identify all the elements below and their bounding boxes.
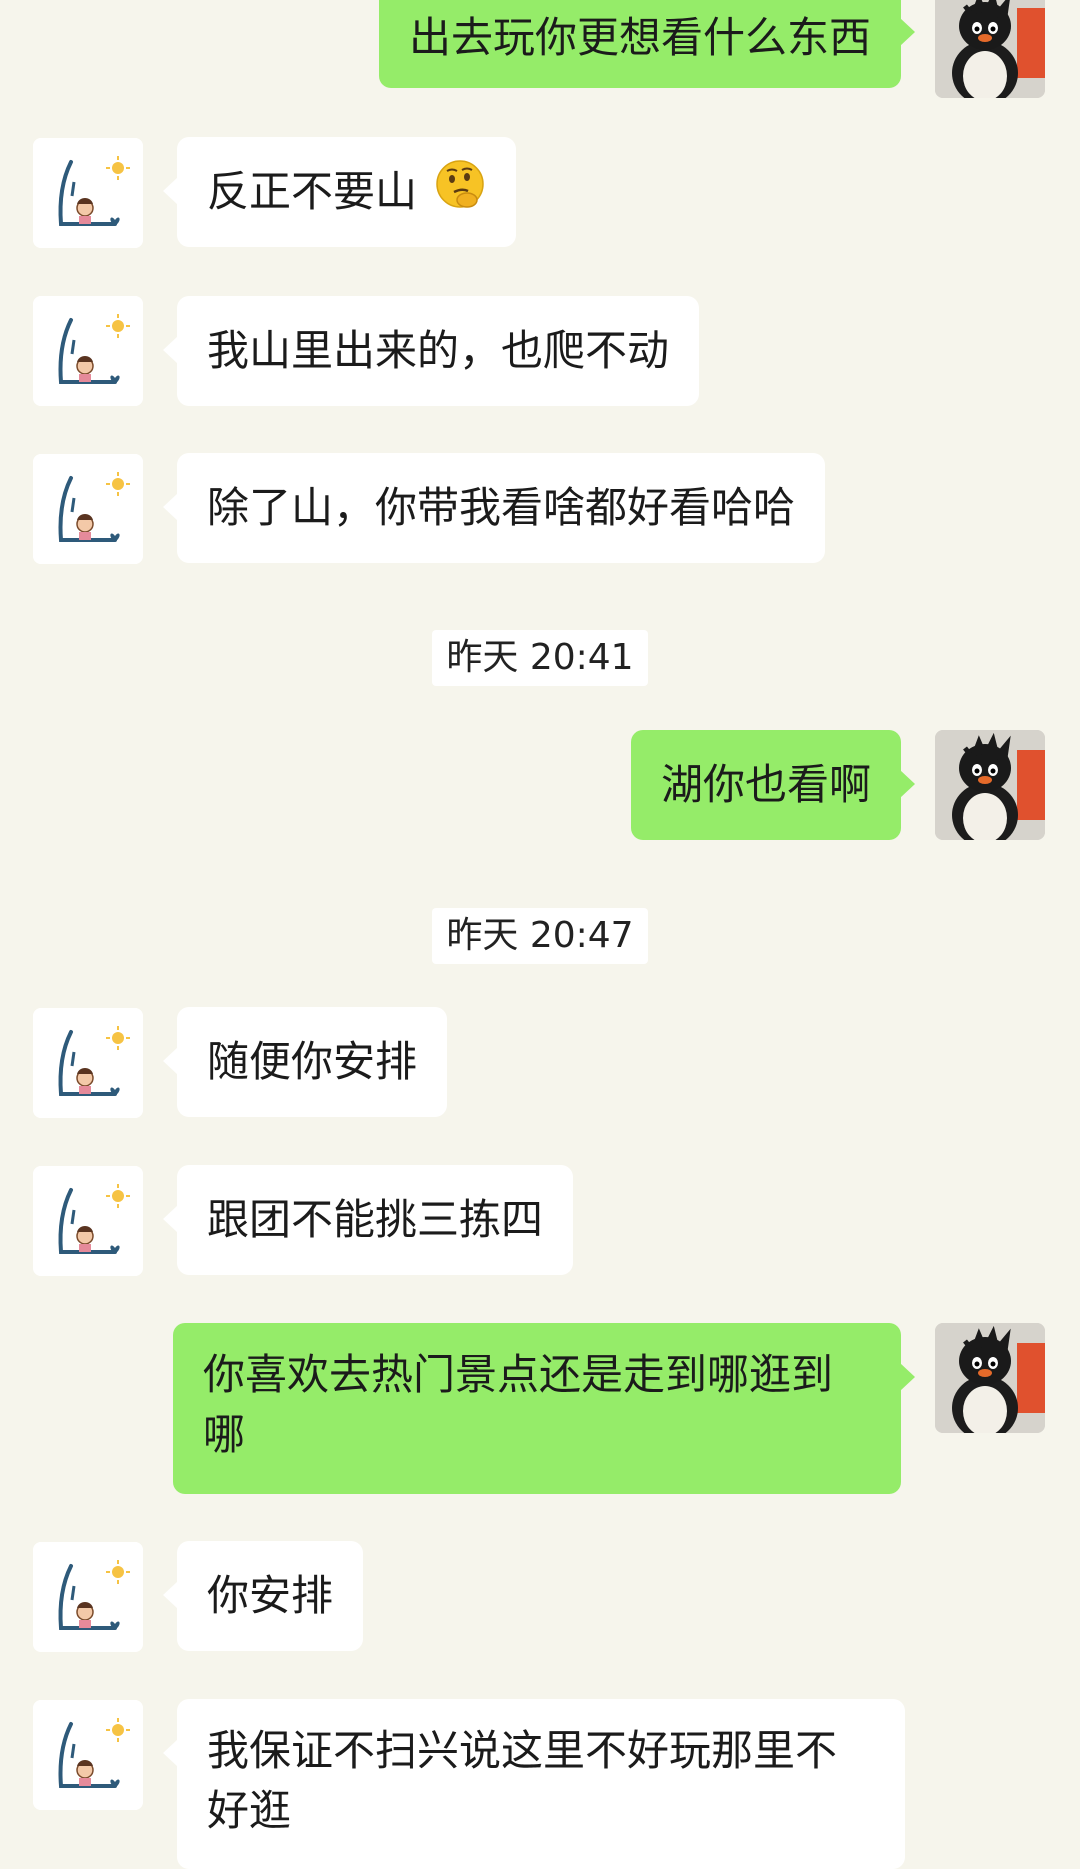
self-avatar[interactable] [935,1323,1045,1433]
sketch-girl-icon [33,454,143,564]
outgoing-message-bubble[interactable]: 出去玩你更想看什么东西 [378,0,916,88]
contact-avatar[interactable] [33,1700,143,1810]
message-row-outgoing: 出去玩你更想看什么东西 [0,0,1080,98]
penguin-plush-icon [935,0,1045,98]
message-row-incoming: 你安排 [0,1541,1080,1653]
chat-message-list[interactable]: 出去玩你更想看什么东西 反正不要山 我山里出来的，也爬不动 除了山，你带我看啥都… [0,0,1080,1869]
message-timestamp: 昨天 20:41 [0,630,1080,686]
contact-avatar[interactable] [33,296,143,406]
incoming-message-bubble[interactable]: 随便你安排 [162,1007,448,1117]
message-row-incoming: 我保证不扫兴说这里不好玩那里不好逛 [0,1699,1080,1869]
incoming-message-bubble[interactable]: 反正不要山 [162,137,517,247]
message-text: 出去玩你更想看什么东西 [408,13,871,62]
thinking-face-emoji-icon [434,158,486,226]
penguin-plush-icon [935,730,1045,840]
self-avatar[interactable] [935,0,1045,98]
contact-avatar[interactable] [33,1542,143,1652]
message-row-incoming: 除了山，你带我看啥都好看哈哈 [0,453,1080,565]
sketch-girl-icon [33,1166,143,1276]
message-text: 你喜欢去热门景点还是走到哪逛到哪 [203,1350,834,1459]
outgoing-message-bubble[interactable]: 你喜欢去热门景点还是走到哪逛到哪 [173,1323,915,1494]
message-text: 反正不要山 [207,167,418,216]
message-text: 湖你也看啊 [660,760,871,809]
message-text: 除了山，你带我看啥都好看哈哈 [207,483,796,532]
sketch-girl-icon [33,1542,143,1652]
timestamp-text: 昨天 20:47 [432,908,648,964]
outgoing-message-bubble[interactable]: 湖你也看啊 [630,730,916,840]
message-row-incoming: 反正不要山 [0,137,1080,249]
sketch-girl-icon [33,138,143,248]
message-row-incoming: 随便你安排 [0,1007,1080,1119]
incoming-message-bubble[interactable]: 你安排 [162,1541,364,1651]
message-row-outgoing: 湖你也看啊 [0,730,1080,842]
self-avatar[interactable] [935,730,1045,840]
incoming-message-bubble[interactable]: 跟团不能挑三拣四 [162,1165,574,1275]
message-timestamp: 昨天 20:47 [0,908,1080,964]
message-text: 你安排 [207,1571,334,1620]
message-text: 我保证不扫兴说这里不好玩那里不好逛 [207,1726,838,1835]
timestamp-text: 昨天 20:41 [432,630,648,686]
message-row-incoming: 跟团不能挑三拣四 [0,1165,1080,1277]
contact-avatar[interactable] [33,454,143,564]
message-row-outgoing: 你喜欢去热门景点还是走到哪逛到哪 [0,1323,1080,1495]
incoming-message-bubble[interactable]: 除了山，你带我看啥都好看哈哈 [162,453,826,563]
sketch-girl-icon [33,1700,143,1810]
contact-avatar[interactable] [33,1008,143,1118]
contact-avatar[interactable] [33,138,143,248]
penguin-plush-icon [935,1323,1045,1433]
incoming-message-bubble[interactable]: 我山里出来的，也爬不动 [162,296,700,406]
sketch-girl-icon [33,296,143,406]
message-text: 随便你安排 [207,1037,418,1086]
contact-avatar[interactable] [33,1166,143,1276]
message-row-incoming: 我山里出来的，也爬不动 [0,296,1080,408]
message-text: 跟团不能挑三拣四 [207,1195,544,1244]
incoming-message-bubble[interactable]: 我保证不扫兴说这里不好玩那里不好逛 [163,1699,905,1869]
sketch-girl-icon [33,1008,143,1118]
message-text: 我山里出来的，也爬不动 [207,326,670,375]
